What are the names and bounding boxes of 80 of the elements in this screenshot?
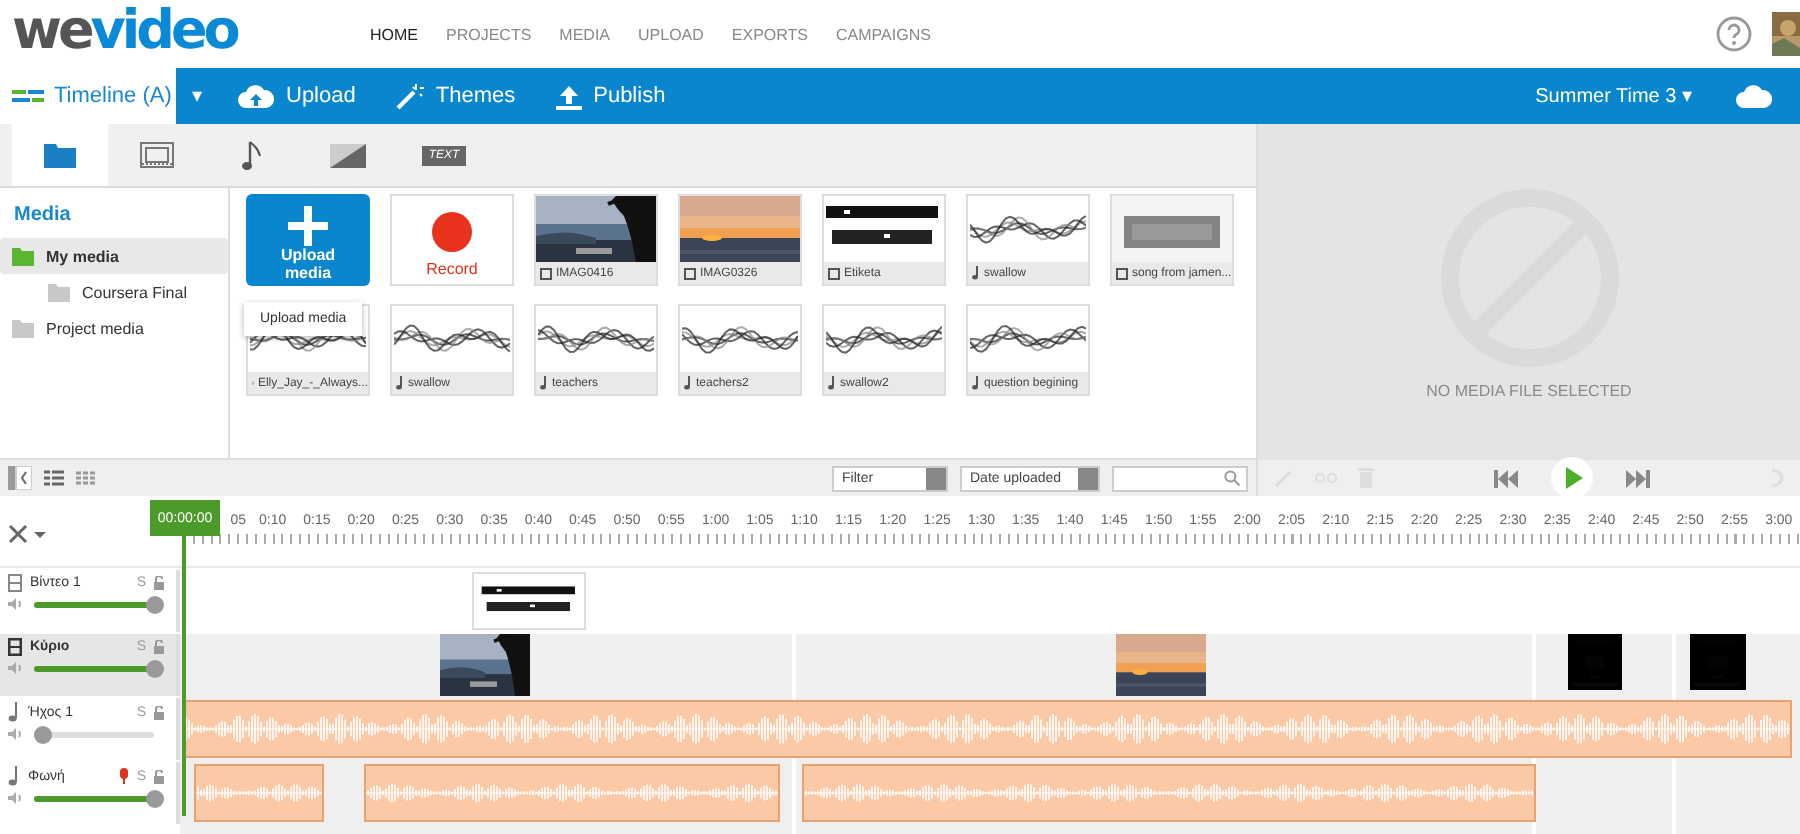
- waveform-drawing: [970, 324, 1086, 355]
- dropdown-caret[interactable]: ▾: [192, 84, 202, 108]
- volume-icon[interactable]: [8, 792, 22, 804]
- timeline-icon: [12, 89, 44, 103]
- list-view-icon[interactable]: [44, 470, 64, 486]
- film-icon: [139, 142, 173, 168]
- video-clip[interactable]: [472, 572, 586, 630]
- cloud-icon[interactable]: [1736, 84, 1772, 108]
- record-button[interactable]: Record: [390, 194, 514, 286]
- skip-back-icon[interactable]: [1494, 469, 1518, 487]
- music-note-icon: [540, 376, 548, 391]
- lock-icon[interactable]: [154, 640, 168, 654]
- sidebar-item[interactable]: My media: [0, 238, 228, 274]
- tools-icon[interactable]: [8, 523, 48, 543]
- image-icon: [828, 267, 840, 280]
- image-icon: [1116, 267, 1128, 280]
- search-icon: [1224, 470, 1240, 486]
- music-note-icon: [8, 766, 20, 786]
- cloud-upload-icon: [238, 83, 274, 109]
- nav-link[interactable]: PROJECTS: [432, 25, 546, 43]
- volume-slider-thumb[interactable]: [146, 789, 164, 807]
- music-note-icon: [684, 376, 692, 391]
- sidebar-item[interactable]: Project media: [0, 310, 228, 346]
- music-note-icon: [396, 376, 404, 391]
- folder-icon: [12, 319, 34, 337]
- upload-media-button[interactable]: Upload media: [246, 194, 370, 286]
- skip-forward-icon[interactable]: [1626, 469, 1650, 487]
- music-note-icon: [972, 266, 980, 281]
- collapse-icon[interactable]: [8, 466, 32, 490]
- volume-slider-thumb[interactable]: [146, 659, 164, 677]
- nav-link[interactable]: CAMPAIGNS: [822, 25, 945, 43]
- publish-button[interactable]: Publish: [535, 83, 686, 109]
- upload-arrow-icon: [555, 83, 582, 109]
- audio-clip[interactable]: [194, 764, 324, 822]
- record-icon: [432, 212, 472, 252]
- sidebar-title: Media: [12, 202, 73, 230]
- project-menu[interactable]: Summer Time 3 ▾: [1535, 84, 1692, 108]
- nav-link[interactable]: EXPORTS: [717, 25, 823, 43]
- folder-icon: [12, 247, 34, 265]
- timeline-tab[interactable]: Timeline (A): [0, 68, 176, 124]
- themes-button[interactable]: Themes: [375, 83, 536, 109]
- waveform-drawing: [826, 324, 942, 355]
- nav-link[interactable]: UPLOAD: [624, 25, 718, 43]
- music-note-icon: [242, 139, 262, 171]
- volume-icon[interactable]: [8, 728, 22, 740]
- waveform-drawing: [394, 324, 510, 355]
- help-icon[interactable]: [1716, 16, 1752, 52]
- upload-button[interactable]: Upload: [218, 83, 376, 109]
- music-note-icon: [8, 702, 20, 722]
- folder-icon: [48, 283, 70, 301]
- lock-icon[interactable]: [154, 576, 168, 590]
- film-icon: [8, 574, 22, 592]
- sidebar-item[interactable]: Coursera Final: [0, 274, 228, 310]
- music-note-icon: [828, 376, 836, 391]
- play-button[interactable]: [1550, 456, 1594, 500]
- image-icon: [684, 267, 696, 280]
- film-icon: [8, 638, 22, 656]
- volume-slider-thumb[interactable]: [33, 725, 52, 743]
- logo[interactable]: wevideo: [12, 0, 356, 61]
- transition-icon: [330, 143, 366, 167]
- image-icon: [540, 267, 552, 280]
- nav-link[interactable]: HOME: [356, 25, 432, 43]
- microphone-icon[interactable]: [120, 768, 129, 784]
- volume-icon[interactable]: [8, 598, 22, 610]
- magic-wand-icon: [395, 83, 424, 109]
- volume-slider-thumb[interactable]: [146, 595, 164, 613]
- empty-message: NO MEDIA FILE SELECTED: [1426, 381, 1632, 399]
- plus-icon: [288, 206, 328, 246]
- music-note-icon: [972, 376, 980, 391]
- media-tab[interactable]: [12, 124, 108, 186]
- lock-icon[interactable]: [154, 705, 168, 719]
- waveform-drawing: [682, 324, 798, 355]
- waveform-drawing: [970, 214, 1086, 245]
- volume-icon[interactable]: [8, 662, 22, 674]
- search-field[interactable]: [1112, 465, 1248, 491]
- grid-view-icon[interactable]: [76, 470, 96, 486]
- folder-icon: [44, 142, 76, 168]
- waveform-drawing: [538, 324, 654, 355]
- nav-link[interactable]: MEDIA: [545, 25, 625, 43]
- lock-icon[interactable]: [154, 769, 168, 783]
